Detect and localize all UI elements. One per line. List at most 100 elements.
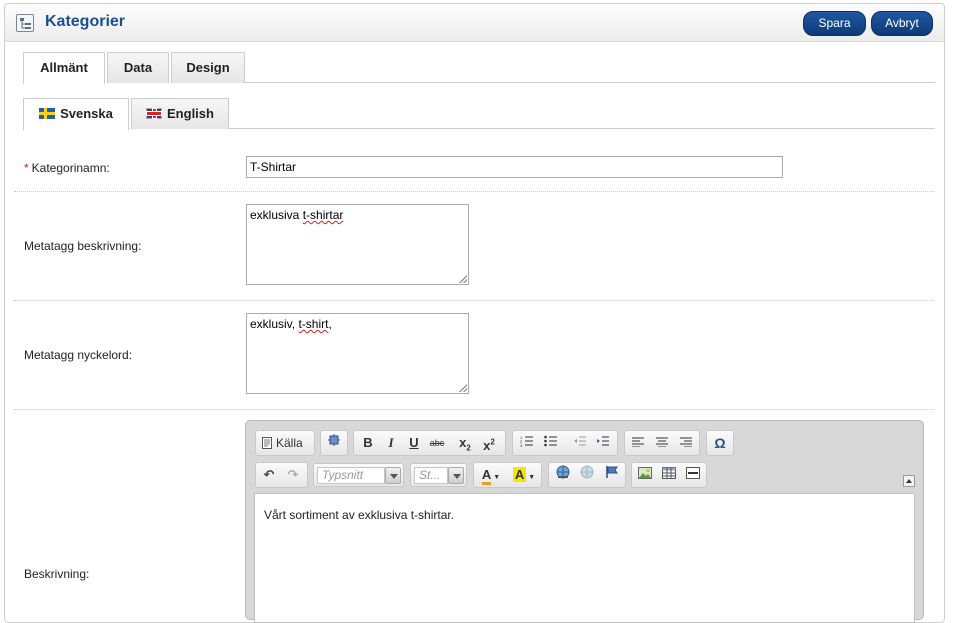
tab-svenska[interactable]: Svenska — [23, 98, 129, 130]
superscript-button[interactable]: x2 — [478, 433, 500, 453]
indent-button[interactable] — [592, 433, 614, 453]
bold-icon: B — [363, 435, 373, 450]
numbered-list-icon: 123 — [520, 435, 533, 448]
description-edit-area[interactable]: Vårt sortiment av exklusiva t-shirtar. — [254, 493, 915, 623]
underline-button[interactable]: U — [403, 433, 425, 453]
description-label: Beskrivning: — [24, 567, 90, 581]
special-character-button[interactable]: Ω — [709, 433, 731, 453]
cancel-button[interactable]: Avbryt — [871, 11, 933, 36]
lang-tab-divider — [229, 128, 935, 129]
underline-icon: U — [409, 435, 419, 450]
toolbar-group-links — [548, 462, 626, 488]
align-left-button[interactable] — [627, 433, 649, 453]
meta-description-label: Metatagg beskrivning: — [24, 239, 142, 253]
uk-flag-icon — [146, 108, 163, 119]
outdent-icon — [574, 436, 586, 446]
font-select[interactable]: Typsnitt — [313, 463, 404, 487]
link-globe-icon — [556, 465, 570, 479]
tab-english[interactable]: English — [131, 98, 229, 129]
anchor-button[interactable] — [601, 465, 623, 485]
svg-text:3: 3 — [520, 443, 523, 447]
numbered-list-button[interactable]: 123 — [516, 433, 538, 453]
save-button[interactable]: Spara — [803, 11, 866, 36]
align-center-button[interactable] — [651, 433, 673, 453]
unlink-button[interactable] — [576, 465, 598, 485]
toolbar-group-special: Ω — [706, 430, 734, 456]
meta-description-textarea[interactable]: exklusiva t-shirtar — [246, 204, 469, 285]
undo-button[interactable]: ↶ — [258, 465, 280, 485]
category-name-label: * Kategorinamn: — [24, 161, 110, 175]
image-button[interactable] — [634, 465, 656, 485]
meta-keywords-label: Metatagg nyckelord: — [24, 348, 133, 362]
tab-design[interactable]: Design — [171, 52, 245, 83]
tab-divider — [245, 82, 935, 83]
outdent-button[interactable] — [569, 433, 591, 453]
meta-description-spell-text: t-shirtar — [302, 208, 344, 222]
style-select[interactable]: St... — [410, 463, 467, 487]
row-divider — [14, 300, 934, 301]
tab-allmant[interactable]: Allmänt — [23, 52, 105, 84]
subscript-button[interactable]: x2 — [454, 433, 476, 453]
style-select-field: St... — [414, 467, 448, 484]
flag-icon — [606, 466, 618, 478]
toolbar-group-align — [624, 430, 700, 456]
page-title: Kategorier — [45, 13, 126, 30]
background-color-icon: A — [512, 467, 527, 482]
undo-icon: ↶ — [263, 467, 275, 482]
bullet-list-button[interactable] — [540, 433, 562, 453]
font-select-field: Typsnitt — [317, 467, 385, 484]
source-button[interactable]: Källa — [259, 433, 313, 453]
toolbar-group-formatting: B I U abc x2 x2 — [353, 430, 506, 456]
toolbar-group-lists: 123 — [512, 430, 618, 456]
indent-icon — [597, 436, 609, 446]
bold-button[interactable]: B — [357, 433, 379, 453]
resize-grip-icon[interactable] — [459, 275, 467, 283]
sweden-flag-icon — [39, 108, 56, 119]
horizontal-rule-button[interactable] — [682, 465, 704, 485]
tab-english-label: English — [167, 106, 214, 121]
source-label: Källa — [276, 436, 303, 450]
strikethrough-icon: abc — [429, 438, 445, 448]
chevron-down-icon — [448, 467, 464, 484]
rich-text-editor: Källa B I U abc x2 x2 123 Ω ↶ ↷ Typsnitt… — [245, 420, 924, 623]
meta-keywords-tail: , — [328, 317, 332, 331]
background-color-button[interactable]: A ▼ — [510, 465, 538, 485]
meta-keywords-textarea[interactable]: exklusiv, t-shirt, — [246, 313, 469, 394]
meta-keywords-spell-text: t-shirt — [298, 317, 329, 331]
horizontal-rule-icon — [686, 467, 700, 479]
redo-button[interactable]: ↷ — [282, 465, 304, 485]
bullet-list-icon — [544, 435, 557, 447]
tab-svenska-label: Svenska — [60, 106, 113, 121]
row-divider — [14, 191, 934, 192]
redo-icon: ↷ — [287, 467, 299, 482]
document-icon — [262, 437, 272, 449]
toolbar-group-history: ↶ ↷ — [255, 462, 308, 488]
link-button[interactable] — [552, 465, 574, 485]
row-divider — [14, 409, 934, 410]
toolbar-group-source: Källa — [255, 430, 315, 456]
collapse-toolbar-icon[interactable] — [903, 475, 915, 487]
category-name-input[interactable] — [246, 156, 783, 178]
panel-header: Kategorier Spara Avbryt — [5, 4, 944, 42]
toolbar-group-maximize — [320, 430, 348, 456]
toolbar-group-colors: A ▼ A ▼ — [473, 462, 542, 488]
category-tree-icon — [16, 14, 34, 32]
table-icon — [662, 467, 676, 479]
toolbar-group-insert — [631, 462, 707, 488]
chevron-down-icon — [385, 467, 401, 484]
strikethrough-button[interactable]: abc — [426, 433, 448, 453]
required-mark: * — [24, 161, 29, 175]
text-color-icon: A — [481, 467, 492, 485]
superscript-icon: x2 — [483, 438, 495, 454]
align-right-button[interactable] — [675, 433, 697, 453]
image-icon — [638, 467, 652, 479]
resize-grip-icon[interactable] — [459, 384, 467, 392]
table-button[interactable] — [658, 465, 680, 485]
italic-button[interactable]: I — [380, 433, 402, 453]
tab-data[interactable]: Data — [107, 52, 169, 83]
maximize-button[interactable] — [323, 433, 345, 453]
align-right-icon — [680, 437, 692, 448]
align-center-icon — [656, 437, 668, 448]
unlink-globe-icon — [580, 465, 594, 479]
text-color-button[interactable]: A ▼ — [477, 465, 505, 485]
